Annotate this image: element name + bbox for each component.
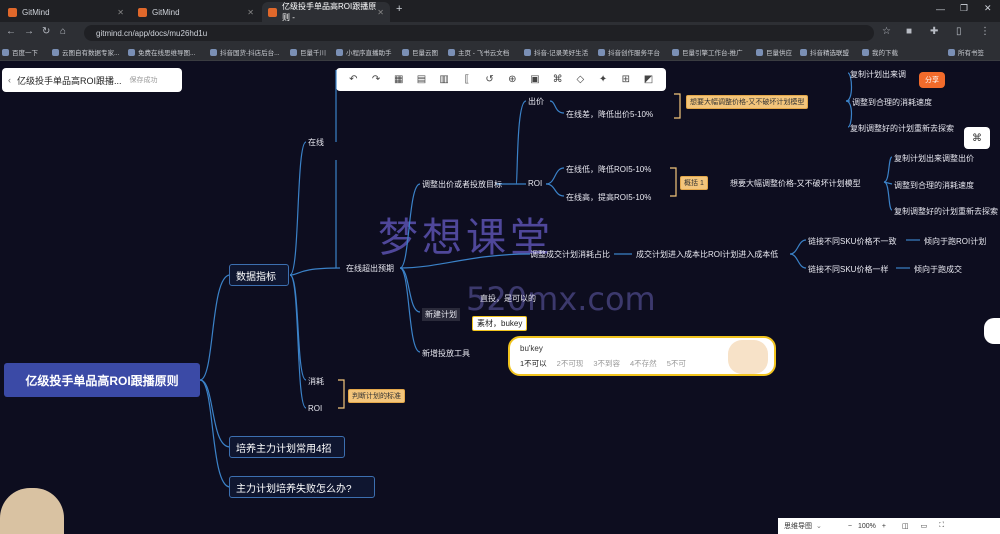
collapse-panel-icon[interactable]: ⌘ (964, 127, 990, 149)
zoom-out-icon[interactable]: − (848, 523, 852, 530)
node-online-exceed[interactable]: 在线超出预期 (346, 263, 394, 274)
node-deal-cost[interactable]: 成交计划进入成本比ROI计划进入成本低 (636, 249, 778, 260)
chevron-down-icon[interactable]: ⌄ (816, 522, 822, 530)
node-roi-branch[interactable]: ROI (528, 179, 542, 188)
zoom-in-icon[interactable]: + (882, 523, 886, 530)
ime-candidate[interactable]: 1不可以 (520, 358, 547, 369)
ime-candidate-window: bu'key 1不可以 2不可现 3不到容 4不存然 5不可 (508, 336, 776, 376)
node-online[interactable]: 在线 (308, 137, 324, 148)
node-material-editing[interactable]: 素材，bukey (472, 316, 528, 331)
node-consume[interactable]: 消耗 (308, 376, 324, 387)
assistant-cat-icon[interactable] (984, 318, 1000, 344)
present-icon[interactable]: ▭ (921, 522, 928, 530)
node-adjust-speed[interactable]: 调整到合理的消耗速度 (894, 180, 974, 191)
ime-candidate[interactable]: 4不存然 (630, 358, 657, 369)
node-plan-failure[interactable]: 主力计划培养失败怎么办? (229, 476, 375, 498)
node-sku-same-result[interactable]: 倾向于跑成交 (914, 264, 962, 275)
node-copy-explore[interactable]: 复制调整好的计划重新去探索 (894, 206, 998, 217)
node-sku-diff-result[interactable]: 倾向于跑ROI计划 (924, 236, 986, 247)
node-bid[interactable]: 出价 (528, 96, 544, 107)
ime-candidate[interactable]: 5不可 (667, 358, 686, 369)
node-roi-summary[interactable]: 想要大幅调整价格-又不破坏计划模型 (730, 178, 861, 189)
node-copy-explore-top[interactable]: 复制调整好的计划重新去探索 (850, 123, 954, 134)
ime-mascot-cat-icon (728, 340, 768, 374)
node-data-metrics[interactable]: 数据指标 (229, 264, 289, 286)
node-roi-higher[interactable]: 在线高，提高ROI5-10% (566, 192, 651, 203)
node-consume-ratio[interactable]: 调整成交计划消耗占比 (530, 249, 610, 260)
node-copy-plan-top[interactable]: 复制计划出来调 (850, 69, 906, 80)
node-direct-invest[interactable]: 直投，是可以的 (480, 293, 536, 304)
fullscreen-icon[interactable]: ⛶ (939, 522, 944, 530)
tag-bid-model[interactable]: 想要大幅调整价格-又不破坏计划模型 (686, 95, 809, 109)
node-roi[interactable]: ROI (308, 404, 322, 413)
node-sku-same[interactable]: 链接不同SKU价格一样 (808, 264, 888, 275)
node-adjust-speed-top[interactable]: 调整到合理的消耗速度 (852, 97, 932, 108)
ime-candidate[interactable]: 2不可现 (557, 358, 584, 369)
zoom-level[interactable]: 100% (858, 523, 876, 530)
ime-candidate[interactable]: 3不到容 (593, 358, 620, 369)
node-main-plan-tips[interactable]: 培养主力计划常用4招 (229, 436, 345, 458)
view-mode-select[interactable]: 思维导图 (784, 521, 812, 531)
node-adjust-bid[interactable]: 调整出价或者投放目标 (422, 179, 502, 190)
ime-candidates: 1不可以 2不可现 3不到容 4不存然 5不可 (520, 358, 686, 369)
node-sku-diff[interactable]: 链接不同SKU价格不一致 (808, 236, 896, 247)
bottom-status-bar: 思维导图 ⌄ − 100% + ◫ ▭ ⛶ (778, 518, 1000, 534)
node-new-plan[interactable]: 新建计划 (422, 308, 460, 321)
node-roi-lower[interactable]: 在线低，降低ROI5-10% (566, 164, 651, 175)
tag-summary-1[interactable]: 概括 1 (680, 176, 708, 190)
ime-input: bu'key (520, 344, 543, 353)
node-new-tool[interactable]: 新增投放工具 (422, 348, 470, 359)
outline-view-icon[interactable]: ◫ (902, 522, 909, 530)
node-bid-lower[interactable]: 在线差，降低出价5-10% (566, 109, 653, 120)
node-copy-plan[interactable]: 复制计划出来调整出价 (894, 153, 974, 164)
mindmap-root-node[interactable]: 亿级投手单品高ROI跟播原则 (4, 363, 200, 397)
judge-criteria-tag[interactable]: 判断计划的标准 (348, 389, 405, 403)
